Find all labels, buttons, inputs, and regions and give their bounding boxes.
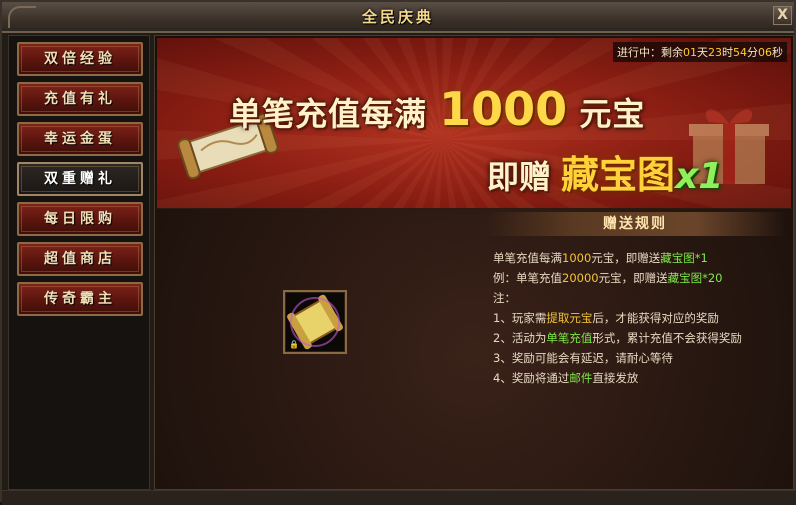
rules-header: 赠送规则 <box>485 212 785 236</box>
rule-line-2: 例：单笔充值20000元宝，即赠送藏宝图*20 <box>493 268 793 288</box>
rule-2-c: 元宝，即赠送 <box>598 271 668 285</box>
headline-amount: 1000 <box>439 82 568 136</box>
headline-prefix: 单笔充值每满 <box>229 95 428 133</box>
rule-1-d: 藏宝图*1 <box>660 251 708 265</box>
countdown-hours: 23 <box>708 46 722 59</box>
rule-2-a: 例：单笔充值 <box>493 271 562 285</box>
event-window: 全民庆典 X 双倍经验 充值有礼 幸运金蛋 双重赠礼 每日限购 超值商店 传奇霸… <box>0 0 796 505</box>
banner-headline: 单笔充值每满 1000 元宝 <box>229 82 645 136</box>
subline-prefix: 即赠 <box>487 158 552 196</box>
sidebar-item-double-gift[interactable]: 双重赠礼 <box>17 162 143 196</box>
countdown-timer: 进行中：剩余01天23时54分06秒 <box>613 42 787 62</box>
countdown-prefix: 进行中：剩余 <box>617 46 683 59</box>
countdown-days-unit: 天 <box>697 46 708 59</box>
rule-1-c: 元宝，即赠送 <box>591 251 661 265</box>
countdown-hours-unit: 时 <box>722 46 733 59</box>
rule-line-5: 3、奖励可能会有延迟，请耐心等待 <box>493 351 673 365</box>
event-content: 进行中：剩余01天23时54分06秒 单笔充值每满 1000 元宝 即赠 藏宝图x… <box>154 35 794 490</box>
rule-3-b: 提取元宝 <box>546 311 593 325</box>
reward-item-slot[interactable]: 🔒 <box>283 290 347 354</box>
sidebar-item-double-exp[interactable]: 双倍经验 <box>17 42 143 76</box>
rule-3-a: 1、玩家需 <box>493 311 547 325</box>
subline-multiplier: x1 <box>675 156 724 197</box>
rule-line-6: 4、奖励将通过邮件直接发放 <box>493 368 793 388</box>
rule-6-c: 直接发放 <box>592 371 639 385</box>
rule-line-4: 2、活动为单笔充值形式，累计充值不会获得奖励 <box>493 328 793 348</box>
rule-3-c: 后，才能获得对应的奖励 <box>592 311 719 325</box>
rule-note: 注： <box>493 291 516 305</box>
title-bar: 全民庆典 X <box>2 2 794 33</box>
sidebar-item-legend-overlord[interactable]: 传奇霸主 <box>17 282 143 316</box>
rule-1-a: 单笔充值每满 <box>493 251 562 265</box>
rule-4-b: 单笔充值 <box>546 331 593 345</box>
close-button[interactable]: X <box>773 6 792 25</box>
rules-text: 单笔充值每满1000元宝，即赠送藏宝图*1 例：单笔充值20000元宝，即赠送藏… <box>493 248 793 388</box>
countdown-seconds-unit: 秒 <box>772 46 783 59</box>
rule-1-b: 1000 <box>562 251 592 265</box>
rule-4-a: 2、活动为 <box>493 331 547 345</box>
rule-6-a: 4、奖励将通过 <box>493 371 570 385</box>
rule-line-3: 1、玩家需提取元宝后，才能获得对应的奖励 <box>493 308 793 328</box>
rule-line-1: 单笔充值每满1000元宝，即赠送藏宝图*1 <box>493 248 793 268</box>
sidebar-item-daily-limit[interactable]: 每日限购 <box>17 202 143 236</box>
sidebar-item-recharge-gift[interactable]: 充值有礼 <box>17 82 143 116</box>
bottom-strip <box>2 490 796 505</box>
banner-subline: 即赠 藏宝图x1 <box>487 144 723 199</box>
subline-item: 藏宝图 <box>561 153 676 197</box>
rule-2-b: 20000 <box>562 271 599 285</box>
bound-lock-icon: 🔒 <box>289 340 299 349</box>
countdown-minutes: 54 <box>733 46 747 59</box>
rule-2-d: 藏宝图*20 <box>667 271 723 285</box>
sidebar-item-value-shop[interactable]: 超值商店 <box>17 242 143 276</box>
countdown-minutes-unit: 分 <box>747 46 758 59</box>
countdown-seconds: 06 <box>758 46 772 59</box>
window-title: 全民庆典 <box>361 8 434 26</box>
rule-6-b: 邮件 <box>569 371 593 385</box>
rule-4-c: 形式，累计充值不会获得奖励 <box>592 331 742 345</box>
sidebar-item-lucky-egg[interactable]: 幸运金蛋 <box>17 122 143 156</box>
headline-suffix: 元宝 <box>579 95 646 133</box>
event-sidebar: 双倍经验 充值有礼 幸运金蛋 双重赠礼 每日限购 超值商店 传奇霸主 <box>8 35 150 490</box>
promo-banner: 进行中：剩余01天23时54分06秒 单笔充值每满 1000 元宝 即赠 藏宝图x… <box>157 38 791 209</box>
countdown-days: 01 <box>683 46 697 59</box>
